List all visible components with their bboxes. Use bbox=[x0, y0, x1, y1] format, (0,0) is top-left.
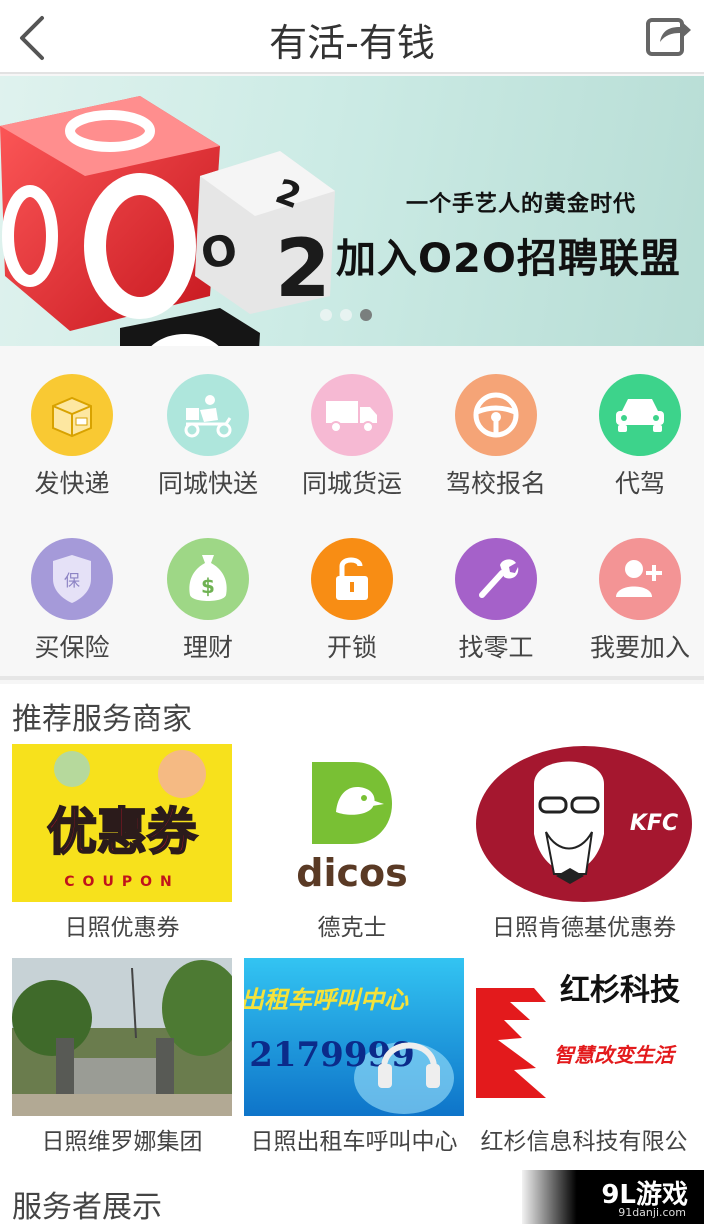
service-label: 代驾 bbox=[614, 469, 665, 498]
wrench-icon bbox=[479, 559, 519, 598]
carousel-dot[interactable] bbox=[340, 309, 352, 321]
svg-text:KFC: KFC bbox=[630, 811, 678, 836]
page-title: 有活-有钱 bbox=[269, 21, 435, 65]
gate-photo-image bbox=[12, 958, 232, 1116]
svg-text:智慧改变生活: 智慧改变生活 bbox=[554, 1043, 677, 1067]
merchant-name: 日照优惠券 bbox=[64, 915, 180, 941]
banner-tagline: 一个手艺人的黄金时代 bbox=[406, 192, 637, 217]
share-button[interactable] bbox=[644, 10, 694, 60]
merchant-name: 日照维罗娜集团 bbox=[41, 1129, 203, 1155]
taxi-call-center-image: 出租车呼叫中心 2179999 bbox=[244, 958, 464, 1116]
service-odd-jobs[interactable]: 找零工 bbox=[424, 510, 568, 662]
watermark: 9L游戏 91danji.com bbox=[522, 1170, 704, 1224]
coupon-logo-image: 优惠券 COUPON bbox=[12, 744, 232, 902]
service-icon-circle bbox=[31, 374, 113, 456]
service-send-express[interactable]: 发快递 bbox=[0, 346, 144, 498]
service-label: 我要加入 bbox=[589, 633, 690, 662]
service-icon-circle: 保 bbox=[31, 538, 113, 620]
service-city-courier[interactable]: 同城快送 bbox=[136, 346, 280, 498]
watermark-url: 91danji.com bbox=[618, 1206, 686, 1219]
merchant-card[interactable]: 出租车呼叫中心 2179999 日照出租车呼叫中心 bbox=[244, 958, 464, 1155]
insurance-shield-icon: 保 bbox=[53, 555, 91, 603]
carousel-indicator bbox=[320, 309, 372, 321]
service-label: 同城快送 bbox=[157, 469, 258, 498]
share-icon bbox=[646, 18, 691, 56]
service-driving-school[interactable]: 驾校报名 bbox=[424, 346, 568, 498]
service-label: 买保险 bbox=[34, 633, 110, 662]
merchant-name: 日照肯德基优惠券 bbox=[492, 915, 676, 941]
banner-headline: 加入O2O招聘联盟 bbox=[336, 236, 681, 282]
svg-text:2: 2 bbox=[275, 222, 331, 315]
service-label: 发快递 bbox=[34, 469, 110, 498]
dicos-logo-image: dicos bbox=[242, 744, 462, 902]
merchant-logo-taxi: 出租车呼叫中心 2179999 bbox=[244, 958, 464, 1116]
promo-banner[interactable]: 2 O 2 一个手艺人的黄金时代 加入O2O招聘联盟 bbox=[0, 76, 704, 346]
merchant-card[interactable]: dicos 德克士 bbox=[242, 744, 462, 941]
unlock-icon bbox=[336, 557, 368, 600]
black-dice-image bbox=[120, 308, 260, 346]
hongshan-logo-image: 红杉科技 智慧改变生活 bbox=[474, 958, 694, 1116]
money-bag-icon: $ bbox=[189, 555, 227, 601]
carousel-dot[interactable] bbox=[320, 309, 332, 321]
service-label: 理财 bbox=[182, 633, 233, 662]
service-icon-circle bbox=[311, 374, 393, 456]
package-icon bbox=[52, 396, 92, 438]
merchant-name: 红杉信息科技有限公 bbox=[480, 1129, 688, 1155]
car-icon bbox=[616, 399, 664, 432]
svg-text:出租车呼叫中心: 出租车呼叫中心 bbox=[244, 986, 409, 1014]
merchant-logo-dicos: dicos bbox=[242, 744, 462, 902]
service-label: 同城货运 bbox=[301, 469, 402, 498]
merchant-logo-hongshan: 红杉科技 智慧改变生活 bbox=[474, 958, 694, 1116]
app-header: 有活-有钱 bbox=[0, 0, 704, 74]
service-designated-driver[interactable]: 代驾 bbox=[568, 346, 704, 498]
merchant-name: 日照出租车呼叫中心 bbox=[250, 1129, 458, 1155]
merchant-logo-coupon: 优惠券 COUPON bbox=[12, 744, 232, 902]
merchant-photo-verona bbox=[12, 958, 232, 1116]
merchant-name: 德克士 bbox=[317, 915, 387, 941]
truck-icon bbox=[326, 401, 377, 433]
service-city-freight[interactable]: 同城货运 bbox=[280, 346, 424, 498]
section-title: 服务者展示 bbox=[12, 1190, 162, 1224]
kfc-logo-image: KFC bbox=[474, 744, 694, 902]
service-icon-circle bbox=[599, 538, 681, 620]
service-label: 开锁 bbox=[326, 633, 377, 662]
service-icon-circle bbox=[167, 374, 249, 456]
merchants-section: 推荐服务商家 优惠券 COUPON 日照优惠券 dicos 德克士 KFC 日照… bbox=[0, 684, 704, 1224]
white-dice-image: 2 O 2 bbox=[195, 151, 335, 315]
service-grid: 发快递 同城快送 同城货运 驾校报名 代驾 保 买保险 $ 理财 开锁 找零工 … bbox=[0, 346, 704, 680]
merchant-card[interactable]: KFC 日照肯德基优惠券 bbox=[474, 744, 694, 941]
svg-text:dicos: dicos bbox=[296, 851, 407, 895]
steering-wheel-icon bbox=[473, 392, 519, 438]
service-unlock[interactable]: 开锁 bbox=[280, 510, 424, 662]
svg-text:优惠券: 优惠券 bbox=[47, 803, 198, 861]
courier-scooter-icon bbox=[184, 395, 232, 438]
service-icon-circle bbox=[599, 374, 681, 456]
merchant-logo-kfc: KFC bbox=[474, 744, 694, 902]
svg-text:COUPON: COUPON bbox=[64, 874, 179, 890]
service-finance[interactable]: $ 理财 bbox=[136, 510, 280, 662]
service-icon-circle bbox=[311, 538, 393, 620]
carousel-dot-active[interactable] bbox=[360, 309, 372, 321]
service-join[interactable]: 我要加入 bbox=[568, 510, 704, 662]
svg-text:保: 保 bbox=[64, 571, 80, 590]
merchant-card[interactable]: 日照维罗娜集团 bbox=[12, 958, 232, 1155]
merchant-card[interactable]: 优惠券 COUPON 日照优惠券 bbox=[12, 744, 232, 941]
section-title: 推荐服务商家 bbox=[12, 702, 192, 737]
service-icon-circle bbox=[455, 538, 537, 620]
add-user-icon bbox=[616, 560, 662, 597]
svg-text:$: $ bbox=[201, 574, 215, 598]
merchant-card[interactable]: 红杉科技 智慧改变生活 红杉信息科技有限公 bbox=[474, 958, 694, 1155]
service-insurance[interactable]: 保 买保险 bbox=[0, 510, 144, 662]
svg-text:红杉科技: 红杉科技 bbox=[560, 973, 680, 1008]
service-icon-circle: $ bbox=[167, 538, 249, 620]
service-icon-circle bbox=[455, 374, 537, 456]
service-label: 驾校报名 bbox=[445, 469, 546, 498]
service-label: 找零工 bbox=[458, 633, 534, 662]
